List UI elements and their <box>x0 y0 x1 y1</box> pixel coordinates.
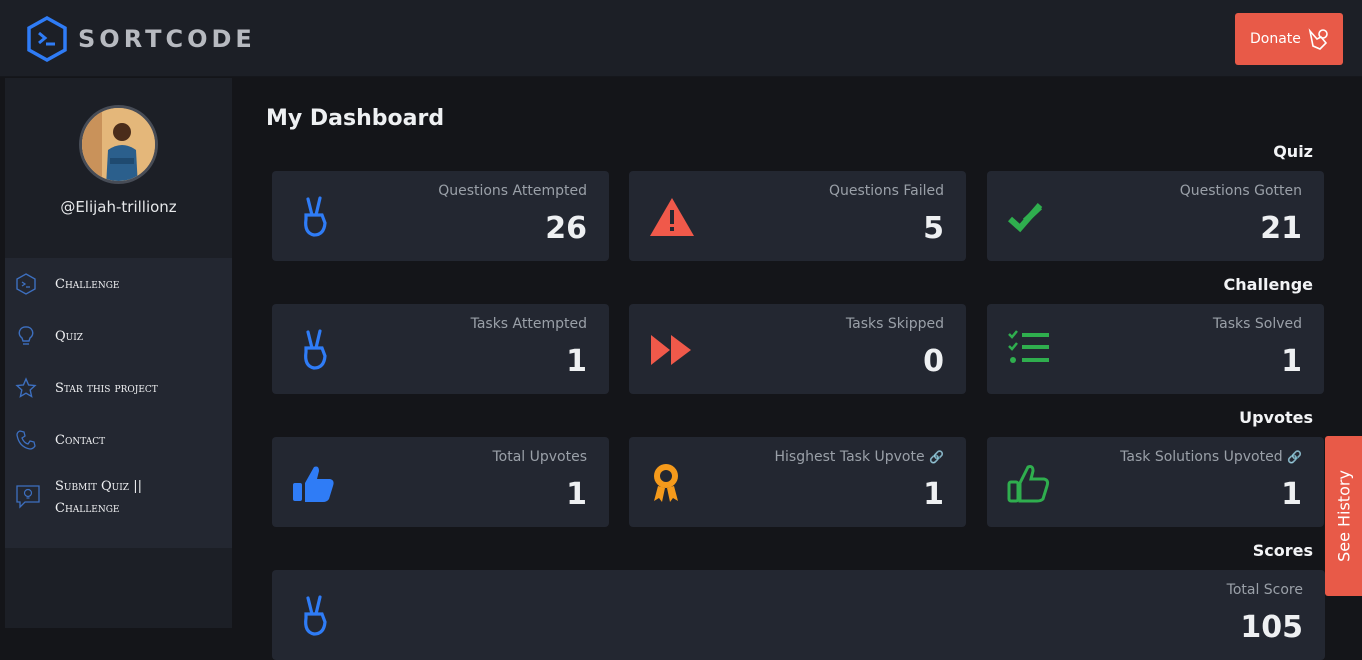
page-title: My Dashboard <box>266 106 445 131</box>
stat-label: Total Score <box>1226 582 1303 598</box>
stat-label: Questions Attempted <box>438 183 587 199</box>
phone-icon <box>16 430 36 450</box>
avatar-image <box>82 108 155 181</box>
see-history-button[interactable]: See History <box>1325 436 1362 596</box>
sidebar-menu: Challenge Quiz Star this project Contact <box>5 258 232 548</box>
thumbs-up-outline-icon <box>1007 465 1050 503</box>
stat-card-questions-attempted: Questions Attempted 26 <box>272 171 609 261</box>
lightbulb-icon <box>18 326 34 345</box>
donate-label: Donate <box>1250 31 1301 47</box>
star-icon <box>15 377 37 398</box>
stat-value: 1 <box>1281 477 1302 512</box>
stat-label: Tasks Attempted <box>470 316 587 332</box>
stat-value: 1 <box>566 477 587 512</box>
stat-label: Questions Gotten <box>1179 183 1302 199</box>
peace-hand-icon <box>304 329 327 370</box>
top-navbar: SORTCODE Donate <box>0 0 1362 77</box>
double-check-icon <box>1007 203 1043 233</box>
stat-value: 21 <box>1260 211 1302 246</box>
logo-terminal-icon <box>27 16 67 62</box>
stat-label-text: Task Solutions Upvoted <box>1120 449 1283 465</box>
stat-label: Questions Failed <box>829 183 944 199</box>
hand-coin-icon <box>1308 28 1328 50</box>
stat-value: 0 <box>923 344 944 379</box>
sidebar-item-star[interactable]: Star this project <box>5 362 232 414</box>
stat-card-questions-failed: Questions Failed 5 <box>629 171 966 261</box>
logo[interactable]: SORTCODE <box>26 16 256 62</box>
stat-value: 1 <box>566 344 587 379</box>
sidebar-item-label: Submit Quiz || Challenge <box>55 479 142 516</box>
logo-text: SORTCODE <box>78 25 256 53</box>
fast-forward-icon <box>651 335 691 365</box>
link-icon[interactable]: 🔗 <box>929 450 944 464</box>
stat-value: 1 <box>923 477 944 512</box>
stat-label: Total Upvotes <box>492 449 587 465</box>
sidebar-item-submit[interactable]: Submit Quiz || Challenge <box>5 466 232 526</box>
comment-idea-icon <box>16 485 40 509</box>
avatar[interactable] <box>79 105 158 184</box>
profile-panel: @Elijah-trillionz <box>5 78 232 258</box>
terminal-icon <box>16 273 36 295</box>
stat-value: 5 <box>923 211 944 246</box>
stat-label: Task Solutions Upvoted 🔗 <box>1120 449 1302 465</box>
sidebar-item-quiz[interactable]: Quiz <box>5 310 232 362</box>
stat-card-questions-gotten: Questions Gotten 21 <box>987 171 1324 261</box>
section-challenge-heading: Challenge <box>1223 275 1313 294</box>
stat-card-tasks-solved: Tasks Solved 1 <box>987 304 1324 394</box>
stat-label: Hisghest Task Upvote 🔗 <box>775 449 944 465</box>
sidebar-item-label: Quiz <box>55 328 84 344</box>
stat-label: Tasks Skipped <box>845 316 944 332</box>
checklist-icon <box>1008 330 1049 363</box>
sidebar-item-contact[interactable]: Contact <box>5 414 232 466</box>
stat-card-tasks-attempted: Tasks Attempted 1 <box>272 304 609 394</box>
see-history-label: See History <box>1334 470 1353 562</box>
warning-icon <box>650 198 694 236</box>
donate-button[interactable]: Donate <box>1235 13 1343 65</box>
sidebar-item-label: Contact <box>55 432 106 448</box>
sidebar: @Elijah-trillionz Challenge Quiz Star th… <box>5 78 232 628</box>
stat-label-text: Hisghest Task Upvote <box>774 449 925 465</box>
section-upvotes-heading: Upvotes <box>1239 408 1313 427</box>
sidebar-item-label: Star this project <box>55 380 158 396</box>
stat-card-total-score: Total Score 105 <box>272 570 1325 660</box>
stat-card-task-solutions-upvoted: Task Solutions Upvoted 🔗 1 <box>987 437 1324 527</box>
stat-value: 1 <box>1281 344 1302 379</box>
stat-value: 26 <box>545 211 587 246</box>
stat-card-highest-task-upvote: Hisghest Task Upvote 🔗 1 <box>629 437 966 527</box>
stat-label: Tasks Solved <box>1212 316 1302 332</box>
peace-hand-icon <box>304 595 327 636</box>
stat-card-total-upvotes: Total Upvotes 1 <box>272 437 609 527</box>
award-icon <box>654 464 678 502</box>
peace-hand-icon <box>304 196 327 237</box>
section-quiz-heading: Quiz <box>1273 142 1313 161</box>
thumbs-up-solid-icon <box>293 466 334 502</box>
username: @Elijah-trillionz <box>60 198 177 216</box>
sidebar-item-challenge[interactable]: Challenge <box>5 258 232 310</box>
section-scores-heading: Scores <box>1252 541 1313 560</box>
main-content: My Dashboard Quiz Challenge Upvotes Scor… <box>232 78 1362 660</box>
sidebar-item-label: Challenge <box>55 276 120 292</box>
stat-card-tasks-skipped: Tasks Skipped 0 <box>629 304 966 394</box>
link-icon[interactable]: 🔗 <box>1287 450 1302 464</box>
